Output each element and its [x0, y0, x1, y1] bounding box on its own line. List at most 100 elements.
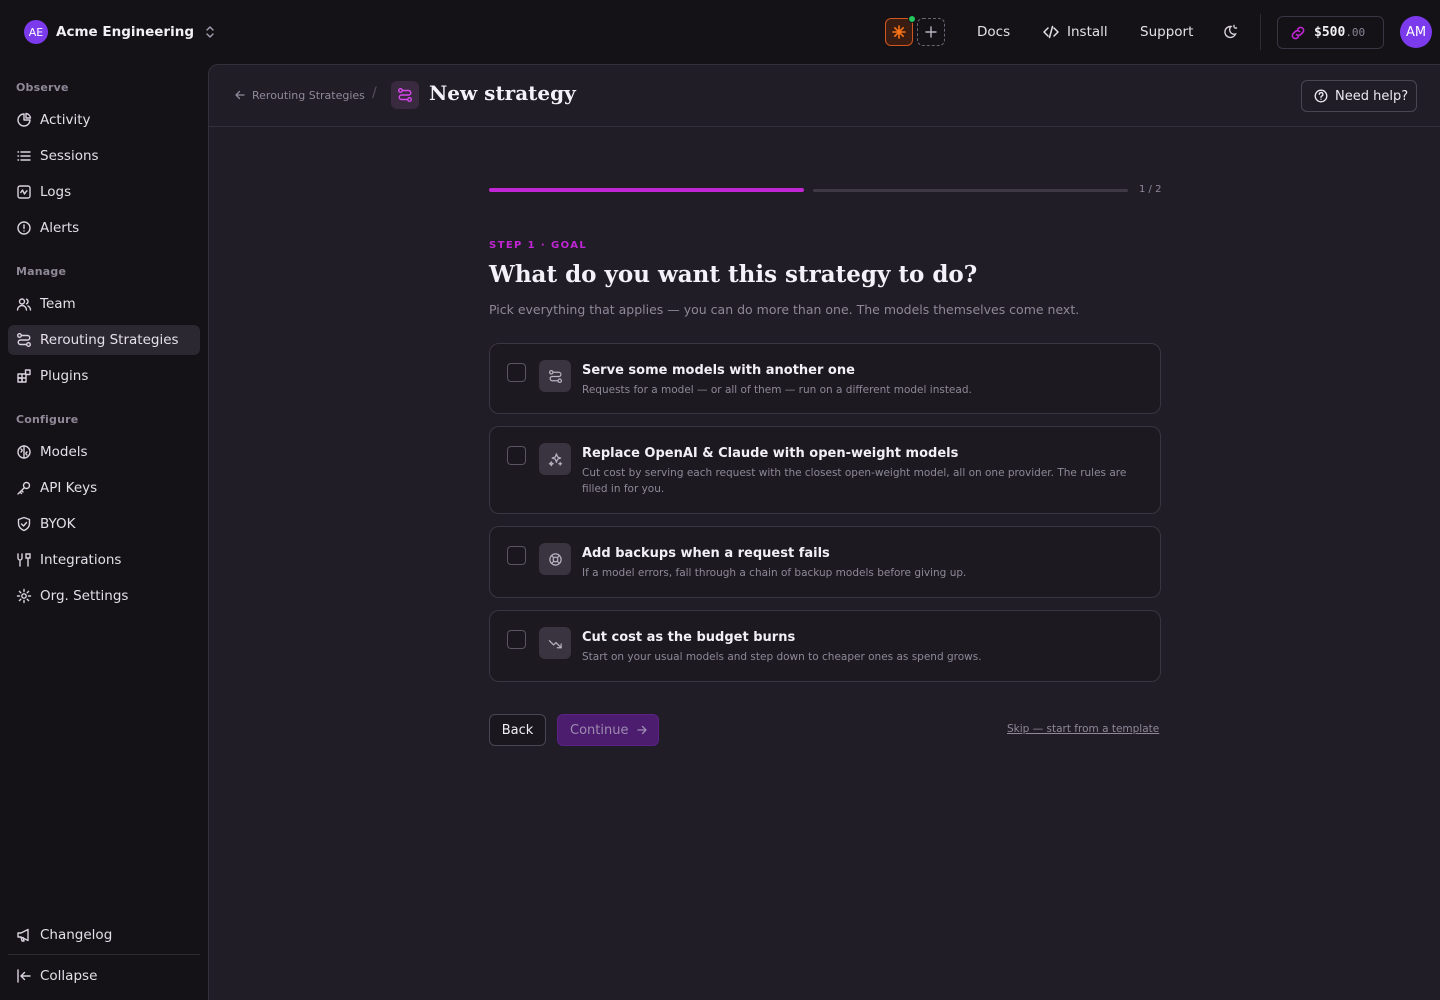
list-icon	[17, 151, 31, 161]
option-title: Add backups when a request fails	[582, 546, 830, 561]
top-divider	[1260, 14, 1261, 50]
section-observe: Observe	[16, 81, 69, 94]
option-add-backups[interactable]: Add backups when a request fails If a mo…	[489, 526, 1161, 598]
sidebar-item-team[interactable]: Team	[8, 289, 200, 319]
support-link[interactable]: Support	[1140, 22, 1193, 42]
arrow-right-icon	[637, 725, 648, 735]
option-description: Cut cost by serving each request with th…	[582, 467, 1127, 495]
need-help-label: Need help?	[1335, 88, 1409, 104]
back-button[interactable]: Back	[489, 714, 546, 746]
sidebar-item-label: Logs	[40, 184, 72, 200]
option-description: Requests for a model — or all of them — …	[582, 384, 972, 396]
continue-button[interactable]: Continue	[557, 714, 659, 746]
option-checkbox[interactable]	[507, 363, 526, 382]
sidebar-divider	[8, 954, 200, 955]
option-serve-other-model[interactable]: Serve some models with another one Reque…	[489, 343, 1161, 414]
sidebar-item-integrations[interactable]: Integrations	[8, 545, 200, 575]
key-icon	[17, 481, 31, 495]
sidebar-collapse-button[interactable]: Collapse	[8, 961, 200, 991]
sidebar-item-models[interactable]: Models	[8, 437, 200, 467]
breadcrumb-label: Rerouting Strategies	[252, 88, 365, 102]
option-checkbox[interactable]	[507, 546, 526, 565]
breadcrumb-back-link[interactable]: Rerouting Strategies	[234, 87, 365, 103]
route-icon	[17, 333, 31, 347]
add-plugin-button[interactable]	[917, 18, 945, 46]
alert-circle-icon	[17, 221, 31, 235]
section-configure: Configure	[16, 413, 79, 426]
org-avatar: AE	[24, 20, 48, 44]
help-circle-icon	[1314, 89, 1328, 103]
sidebar-item-org-settings[interactable]: Org. Settings	[8, 581, 200, 611]
step-label: STEP 1 · GOAL	[489, 240, 588, 251]
continue-label: Continue	[570, 722, 629, 738]
page-title: New strategy	[429, 81, 576, 105]
sidebar-item-label: Collapse	[40, 968, 98, 984]
install-link[interactable]: Install	[1043, 22, 1108, 42]
sidebar-item-label: Changelog	[40, 927, 113, 943]
arrow-left-icon	[235, 90, 245, 100]
sidebar-item-label: Integrations	[40, 552, 122, 568]
page-header: Rerouting Strategies / New strategy Need…	[209, 65, 1440, 127]
sidebar-item-api-keys[interactable]: API Keys	[8, 473, 200, 503]
activity-square-icon	[17, 185, 31, 199]
plus-icon	[925, 26, 937, 38]
plug-icon	[17, 553, 31, 567]
progress-step-2	[813, 189, 1128, 192]
docs-link[interactable]: Docs	[977, 22, 1010, 42]
status-dot	[908, 15, 916, 23]
option-checkbox[interactable]	[507, 446, 526, 465]
option-replace-with-open-weight[interactable]: Replace OpenAI & Claude with open-weight…	[489, 426, 1161, 514]
link-icon	[1290, 25, 1306, 41]
sidebar-item-label: Activity	[40, 112, 91, 128]
sidebar-item-sessions[interactable]: Sessions	[8, 141, 200, 171]
main-panel: Rerouting Strategies / New strategy Need…	[208, 64, 1440, 1000]
brain-icon	[17, 445, 31, 459]
sunburst-icon	[892, 25, 906, 39]
sidebar-item-logs[interactable]: Logs	[8, 177, 200, 207]
sidebar-item-byok[interactable]: BYOK	[8, 509, 200, 539]
option-checkbox[interactable]	[507, 630, 526, 649]
breadcrumb-separator: /	[372, 85, 377, 101]
install-label: Install	[1067, 24, 1108, 40]
option-cut-cost-budget[interactable]: Cut cost as the budget burns Start on yo…	[489, 610, 1161, 682]
credits-cents: .00	[1345, 26, 1366, 39]
sidebar-item-label: Team	[40, 296, 76, 312]
shield-check-icon	[17, 516, 31, 532]
user-avatar[interactable]: AM	[1400, 16, 1432, 48]
sidebar-item-label: Plugins	[40, 368, 89, 384]
megaphone-icon	[17, 928, 29, 942]
sidebar: Observe Activity Sessions Logs Alerts Ma…	[0, 64, 208, 1000]
option-description: If a model errors, fall through a chain …	[582, 567, 967, 579]
sidebar-item-alerts[interactable]: Alerts	[8, 213, 200, 243]
section-manage: Manage	[16, 265, 67, 278]
credits-amount: $500	[1314, 25, 1346, 40]
sidebar-item-label: Sessions	[40, 148, 99, 164]
credits-button[interactable]: $500 .00	[1277, 16, 1384, 49]
option-description: Start on your usual models and step down…	[582, 651, 982, 663]
collapse-left-icon	[17, 969, 31, 983]
sidebar-item-changelog[interactable]: Changelog	[8, 920, 200, 950]
progress-step-1	[489, 188, 804, 192]
code-icon	[1043, 25, 1059, 39]
claude-plugin-button[interactable]	[885, 15, 916, 46]
route-icon	[391, 81, 419, 109]
chevron-up-down-icon	[204, 25, 216, 39]
theme-toggle[interactable]	[1219, 21, 1241, 43]
option-title: Cut cost as the budget burns	[582, 630, 796, 645]
org-switcher[interactable]: AE Acme Engineering	[24, 20, 216, 44]
option-title: Serve some models with another one	[582, 363, 855, 378]
need-help-button[interactable]: Need help?	[1301, 80, 1417, 112]
sidebar-item-plugins[interactable]: Plugins	[8, 361, 200, 391]
pie-chart-icon	[17, 112, 32, 127]
option-title: Replace OpenAI & Claude with open-weight…	[582, 446, 959, 461]
sidebar-item-label: API Keys	[40, 480, 98, 496]
top-bar: AE Acme Engineering Docs Install Support	[0, 0, 1440, 64]
trending-down-icon	[539, 627, 571, 659]
question-title: What do you want this strategy to do?	[489, 261, 978, 288]
progress-label: 1 / 2	[1139, 184, 1162, 195]
lifebuoy-icon	[539, 543, 571, 575]
skip-template-link[interactable]: Skip — start from a template	[1007, 723, 1159, 735]
sidebar-item-rerouting-strategies[interactable]: Rerouting Strategies	[8, 325, 200, 355]
sidebar-item-label: BYOK	[40, 516, 76, 532]
sidebar-item-activity[interactable]: Activity	[8, 105, 200, 135]
